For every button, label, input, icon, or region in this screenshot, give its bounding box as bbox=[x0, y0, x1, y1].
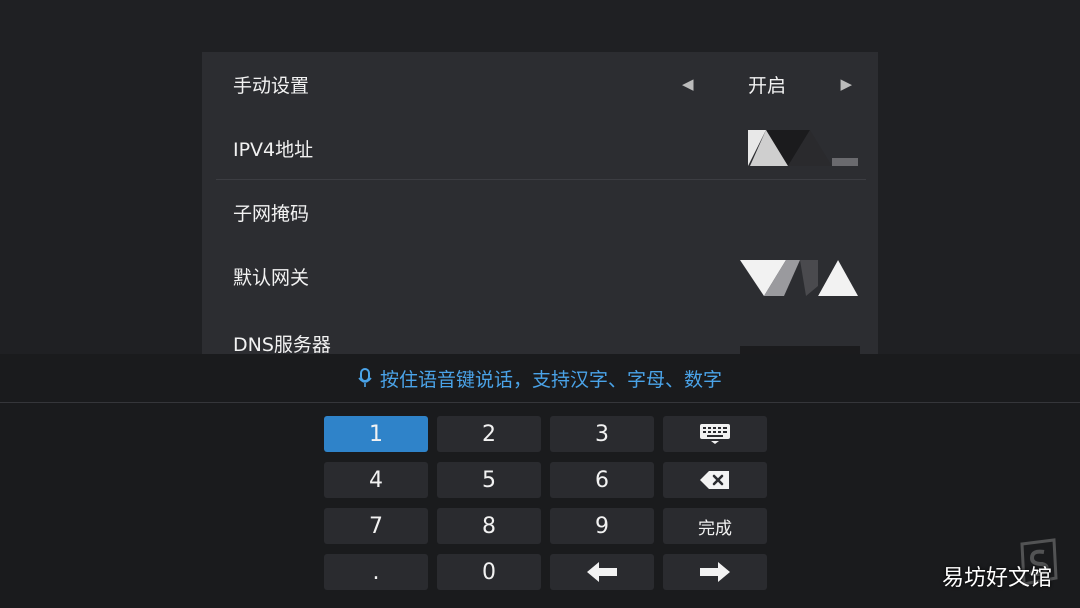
manual-setting-row[interactable]: 手动设置 ◀ 开启 ▶ bbox=[202, 52, 878, 116]
dns-server-label: DNS服务器 bbox=[233, 334, 331, 356]
watermark-text: 易坊好文馆 bbox=[941, 566, 1052, 591]
key-4[interactable]: 4 bbox=[324, 462, 428, 498]
subnet-mask-row[interactable]: 子网掩码 bbox=[202, 180, 878, 244]
default-gateway-value-masked bbox=[740, 260, 858, 296]
key-8[interactable]: 8 bbox=[437, 508, 541, 544]
backspace-icon bbox=[700, 471, 729, 489]
key-7[interactable]: 7 bbox=[324, 508, 428, 544]
cursor-left-button[interactable] bbox=[550, 554, 654, 590]
done-button[interactable]: 完成 bbox=[663, 508, 767, 544]
network-settings-panel: 手动设置 ◀ 开启 ▶ IPV4地址 子网掩码 默认网关 DNS服务器 bbox=[202, 52, 878, 356]
manual-setting-label: 手动设置 bbox=[233, 74, 310, 97]
arrow-right-icon bbox=[700, 562, 730, 582]
key-6[interactable]: 6 bbox=[550, 462, 654, 498]
triangle-right-icon[interactable]: ▶ bbox=[840, 75, 852, 93]
default-gateway-row[interactable]: 默认网关 bbox=[202, 244, 878, 308]
key-0[interactable]: 0 bbox=[437, 554, 541, 590]
default-gateway-label: 默认网关 bbox=[233, 266, 310, 289]
key-5[interactable]: 5 bbox=[437, 462, 541, 498]
ipv4-address-value-masked bbox=[748, 130, 858, 166]
ime-hint-bar: 按住语音键说话，支持汉字、字母、数字 bbox=[0, 354, 1080, 403]
cursor-right-button[interactable] bbox=[663, 554, 767, 590]
manual-setting-selector[interactable]: ◀ 开启 ▶ bbox=[682, 52, 852, 116]
ime-hint-text: 按住语音键说话，支持汉字、字母、数字 bbox=[379, 368, 722, 391]
ipv4-address-label: IPV4地址 bbox=[233, 138, 314, 161]
key-9[interactable]: 9 bbox=[550, 508, 654, 544]
dns-server-row[interactable]: DNS服务器 bbox=[202, 308, 878, 356]
key-dot[interactable]: . bbox=[324, 554, 428, 590]
keyboard-toggle-button[interactable] bbox=[663, 416, 767, 452]
mic-icon bbox=[358, 368, 372, 387]
key-1[interactable]: 1 bbox=[324, 416, 428, 452]
triangle-left-icon[interactable]: ◀ bbox=[682, 75, 694, 93]
subnet-mask-label: 子网掩码 bbox=[233, 202, 310, 225]
manual-setting-value: 开启 bbox=[747, 74, 786, 97]
key-2[interactable]: 2 bbox=[437, 416, 541, 452]
keyboard-icon bbox=[700, 424, 730, 444]
arrow-left-icon bbox=[587, 562, 617, 582]
key-3[interactable]: 3 bbox=[550, 416, 654, 452]
backspace-button[interactable] bbox=[663, 462, 767, 498]
ipv4-address-row[interactable]: IPV4地址 bbox=[202, 116, 878, 180]
